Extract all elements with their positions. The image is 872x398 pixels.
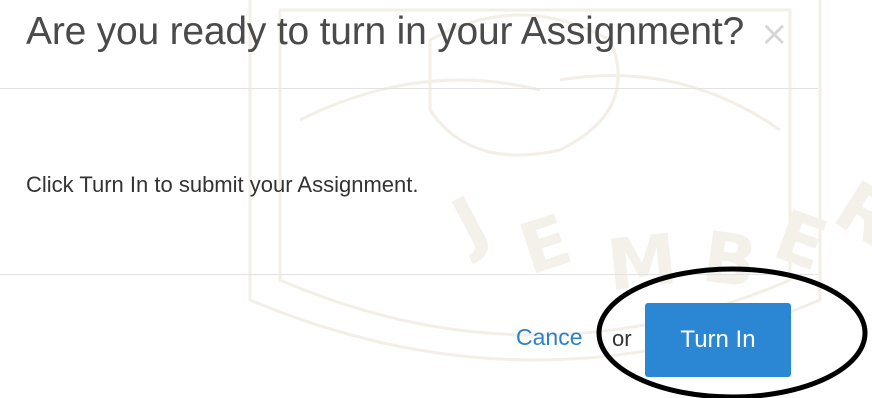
cancel-link[interactable]: Cance	[516, 324, 582, 351]
turn-in-button[interactable]: Turn In	[645, 303, 791, 377]
svg-text:R: R	[821, 165, 872, 263]
svg-text:J: J	[436, 180, 501, 267]
dialog-title: Are you ready to turn in your Assignment…	[26, 10, 745, 53]
header-divider	[0, 88, 818, 89]
close-icon[interactable]: ×	[760, 14, 789, 54]
dialog-body-text: Click Turn In to submit your Assignment.	[26, 172, 419, 197]
turn-in-dialog: J E M B E R Are you ready to turn in you…	[0, 0, 872, 398]
or-separator: or	[612, 326, 632, 351]
dialog-footer: Cance or Turn In	[0, 274, 872, 398]
